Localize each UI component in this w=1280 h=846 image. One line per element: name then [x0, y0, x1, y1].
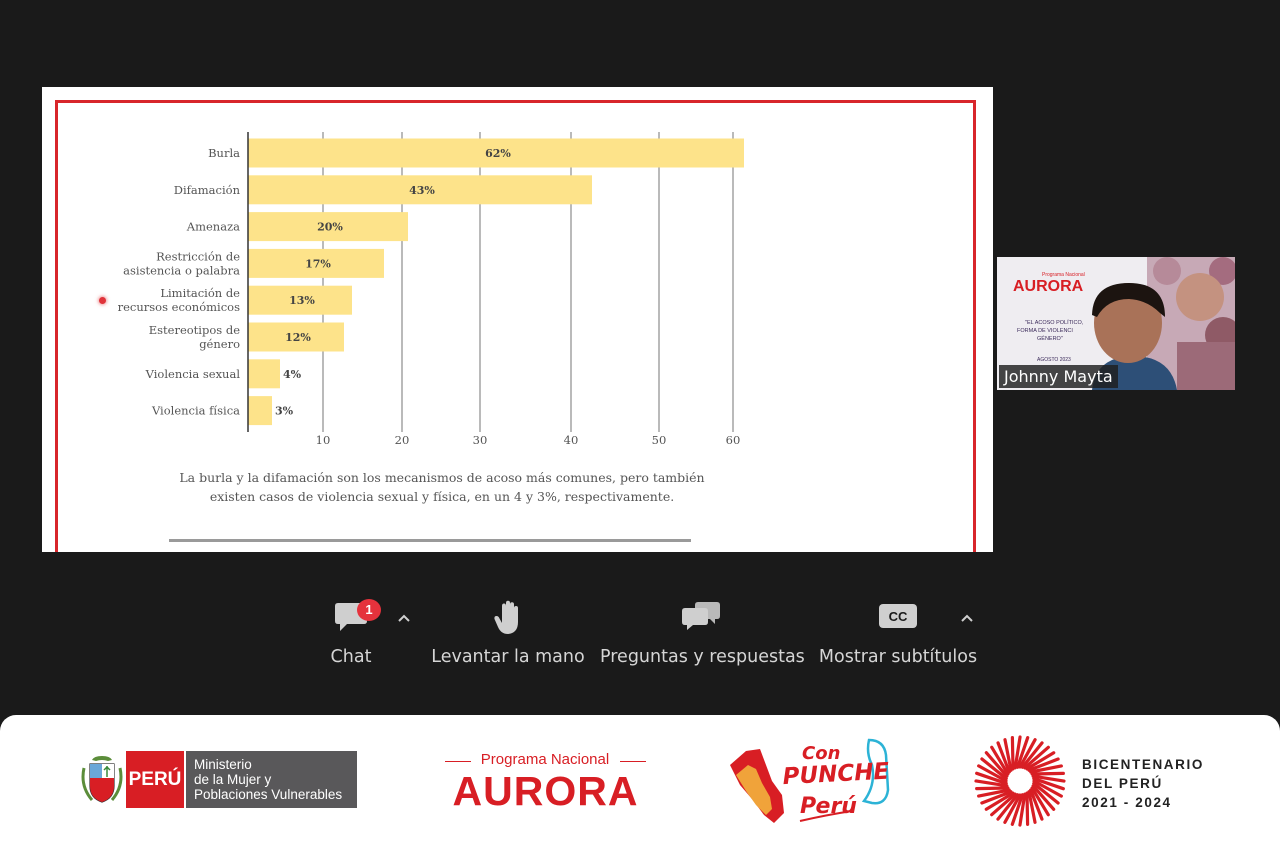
- captions-options-caret-icon[interactable]: [959, 612, 975, 626]
- bar-value-label: 12%: [285, 331, 311, 344]
- closed-captions-icon: CC: [879, 604, 917, 628]
- qa-button[interactable]: Preguntas y respuestas: [600, 600, 805, 680]
- chat-label: Chat: [330, 647, 372, 667]
- poster-line-3: GÉNERO": [1037, 335, 1063, 342]
- poster-date: AGOSTO 2023: [1037, 357, 1071, 363]
- poster-brand: AURORA: [1013, 278, 1084, 295]
- chart-caption: La burla y la difamación son los mecanis…: [179, 470, 705, 504]
- raise-hand-button[interactable]: Levantar la mano: [430, 600, 586, 680]
- bar: [248, 359, 280, 389]
- chat-unread-badge: 1: [357, 599, 381, 621]
- x-tick-label: 60: [726, 433, 741, 447]
- sponsor-footer: PERÚ Ministerio de la Mujer y Poblacione…: [0, 715, 1280, 846]
- x-tick-label: 10: [316, 433, 331, 447]
- shared-slide: 10 20 30 40 50 60 62% Burla 43% Difamación 20% Amen…: [42, 87, 993, 552]
- category-label: recursos económicos: [118, 300, 240, 314]
- caption-divider: [169, 539, 691, 542]
- raised-hand-icon: [494, 600, 518, 634]
- category-label: Restricción de: [156, 249, 240, 263]
- punche-main: PUNCHE: [782, 759, 890, 791]
- bar-value-label: 3%: [275, 405, 294, 418]
- bar-value-label: 20%: [317, 221, 343, 234]
- category-label: Limitación de: [160, 286, 240, 300]
- show-captions-button[interactable]: CC Mostrar subtítulos: [816, 600, 980, 680]
- ministry-line-2: de la Mujer y: [194, 772, 272, 787]
- poster-line-1: "EL ACOSO POLÍTICO,: [1025, 319, 1084, 326]
- bar-value-label: 13%: [289, 294, 315, 307]
- bicentenario-line-2: DEL PERÚ: [1082, 776, 1163, 791]
- category-label: Burla: [208, 146, 240, 160]
- ministry-line-1: Ministerio: [194, 757, 252, 772]
- category-label: Violencia sexual: [145, 367, 241, 381]
- x-tick-label: 40: [564, 433, 579, 447]
- ministry-line-3: Poblaciones Vulnerables: [194, 787, 343, 802]
- bar: [248, 396, 272, 426]
- laser-pointer: [99, 297, 106, 304]
- participant-name: Johnny Mayta: [999, 365, 1118, 388]
- raise-hand-label: Levantar la mano: [431, 647, 585, 667]
- category-label: Amenaza: [186, 220, 240, 234]
- bar-value-label: 43%: [409, 184, 435, 197]
- bar-value-label: 17%: [305, 257, 331, 270]
- bicentenario-line-1: BICENTENARIO: [1082, 757, 1204, 772]
- cc-icon-text: CC: [889, 609, 908, 624]
- category-label: asistencia o palabra: [123, 263, 240, 277]
- qa-label: Preguntas y respuestas: [600, 647, 805, 667]
- category-label: Estereotipos de: [149, 323, 240, 337]
- participant-video-tile[interactable]: Programa Nacional AURORA "EL ACOSO POLÍT…: [997, 257, 1235, 390]
- category-label: género: [199, 337, 240, 351]
- sunburst-ray: [1010, 736, 1015, 771]
- x-tick-label: 20: [395, 433, 410, 447]
- con-punche-peru-logo: Con PUNCHE Perú: [730, 738, 890, 823]
- bar-value-label: 62%: [485, 147, 511, 160]
- bicentenario-text: BICENTENARIO DEL PERÚ 2021 - 2024: [1082, 755, 1204, 812]
- x-tick-label: 30: [473, 433, 488, 447]
- category-label: Violencia física: [151, 404, 240, 418]
- poster-line-2: FORMA DE VIOLENCI: [1017, 328, 1073, 334]
- category-label: Difamación: [174, 183, 241, 197]
- ministry-name: Ministerio de la Mujer y Poblaciones Vul…: [186, 751, 357, 808]
- peru-coat-of-arms-icon: [81, 756, 123, 803]
- aurora-logo-text: AURORA: [452, 768, 639, 814]
- chat-options-caret-icon[interactable]: [396, 612, 412, 626]
- captions-label: Mostrar subtítulos: [818, 647, 978, 667]
- bicentenario-line-3: 2021 - 2024: [1082, 795, 1172, 810]
- sunburst-ray: [975, 786, 1010, 791]
- aurora-program-label: Programa Nacional: [480, 751, 610, 768]
- x-tick-label: 50: [652, 433, 667, 447]
- qa-bubbles-icon: [682, 602, 720, 630]
- sunburst-ray: [1025, 791, 1030, 826]
- bar-value-label: 4%: [283, 368, 302, 381]
- peru-label: PERÚ: [126, 751, 184, 808]
- bicentenario-sunburst-logo: [974, 735, 1066, 827]
- sunburst-ray: [1030, 771, 1065, 776]
